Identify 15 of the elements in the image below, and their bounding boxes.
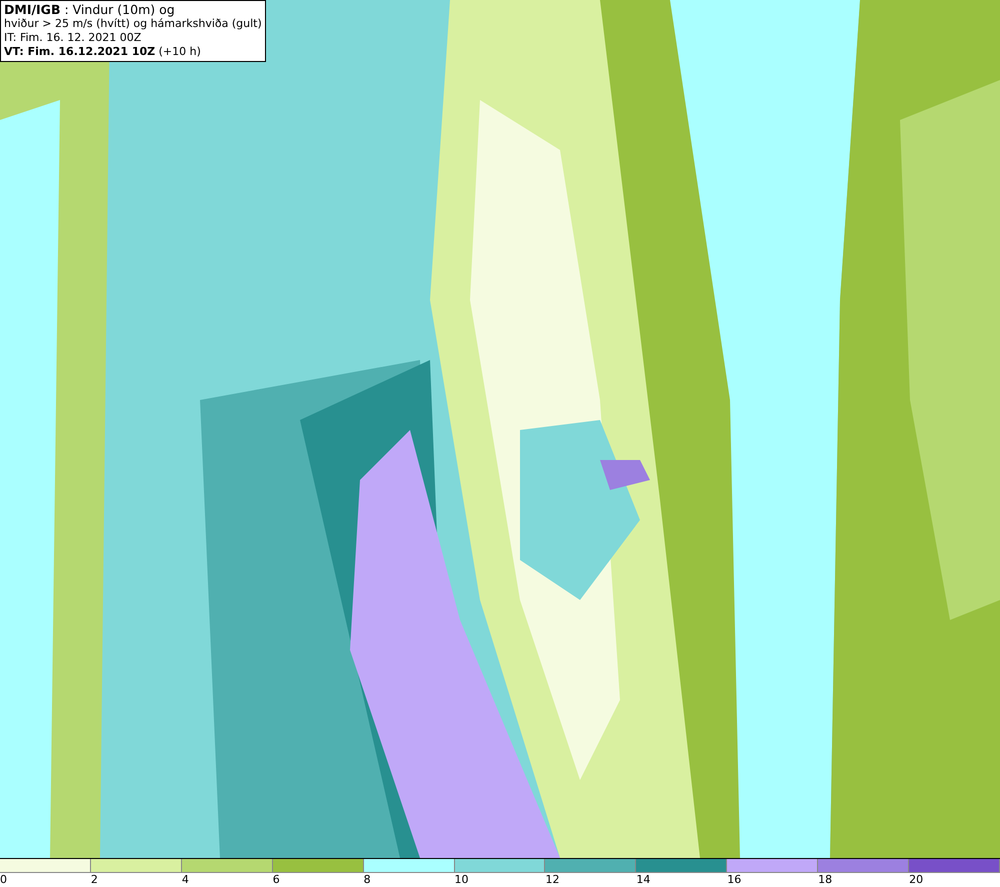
legend-label: 18 (818, 872, 832, 887)
legend-label: 4 (182, 872, 189, 887)
title-line: VT: Fim. 16.12.2021 10Z (+10 h) (4, 45, 202, 59)
legend-label: 2 (90, 872, 98, 887)
legend-label: 6 (272, 872, 280, 887)
legend-label: 0 (0, 872, 7, 887)
legend-label: 14 (636, 872, 650, 887)
legend-label: 20 (909, 872, 924, 887)
legend-label: 12 (545, 872, 560, 887)
title-line: DMI/IGB : Vindur (10m) og (4, 3, 176, 17)
title-line: IT: Fim. 16. 12. 2021 00Z (4, 31, 142, 45)
legend-label: 10 (454, 872, 469, 887)
title-line: hviður > 25 m/s (hvítt) og hámarkshviða (gult) (4, 17, 262, 31)
legend-label: 8 (364, 872, 371, 887)
legend-label: 16 (727, 872, 742, 887)
